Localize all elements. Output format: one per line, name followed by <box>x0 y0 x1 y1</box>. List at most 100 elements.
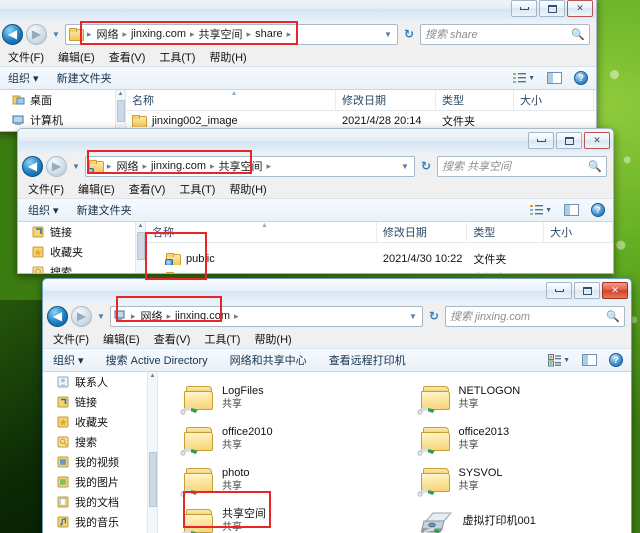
menu-help[interactable]: 帮助(H) <box>254 331 291 347</box>
menubar[interactable]: 文件(F) 编辑(E) 查看(V) 工具(T) 帮助(H) <box>43 329 631 348</box>
menu-edit[interactable]: 编辑(E) <box>78 181 115 197</box>
views-chevron-down-icon[interactable]: ▼ <box>563 357 570 364</box>
organize-button[interactable]: 组织 ▾ <box>53 352 84 368</box>
menu-edit[interactable]: 编辑(E) <box>103 331 140 347</box>
tree-item[interactable]: 我的音乐 <box>43 512 157 532</box>
titlebar[interactable]: ✕ <box>0 0 596 21</box>
help-icon[interactable]: ? <box>591 203 605 217</box>
tree-item[interactable]: 我的图片 <box>43 472 157 492</box>
recent-pages-chevron-down-icon[interactable]: ▼ <box>70 162 82 171</box>
search-input[interactable]: 搜索 jinxing.com 🔍 <box>445 305 625 327</box>
organize-button[interactable]: 组织 ▾ <box>8 70 39 86</box>
minimize-button[interactable] <box>546 282 572 299</box>
explorer-window-share[interactable]: ✕ ◀ ▶ ▼ ▸ 网络 ▸ jinxing.com ▸ 共享空间 ▸ shar… <box>0 0 597 132</box>
window-controls[interactable]: ✕ <box>546 282 628 299</box>
breadcrumb[interactable]: 网络 ▸ jinxing.com ▸ 共享空间 ▸ <box>115 158 398 174</box>
column-headers[interactable]: 名称 ▲ 修改日期 类型 大小 <box>126 90 596 111</box>
menu-file[interactable]: 文件(F) <box>53 331 89 347</box>
navigation-pane[interactable]: 桌面 计算机 ▲ <box>0 90 126 131</box>
organize-button[interactable]: 组织 ▾ <box>28 202 59 218</box>
tree-item[interactable]: 我的视频 <box>43 452 157 472</box>
list-item[interactable]: office2013 共享 <box>395 419 632 460</box>
back-button[interactable]: ◀ <box>2 23 23 45</box>
menubar[interactable]: 文件(F) 编辑(E) 查看(V) 工具(T) 帮助(H) <box>0 47 596 66</box>
close-button[interactable]: ✕ <box>584 132 610 149</box>
tree-item[interactable]: 链接 <box>43 392 157 412</box>
column-headers[interactable]: 名称 ▲ 修改日期 类型 大小 <box>146 222 613 243</box>
address-chevron-down-icon[interactable]: ▼ <box>384 30 394 39</box>
breadcrumb-item[interactable]: 网络 <box>139 308 163 324</box>
address-chevron-down-icon[interactable]: ▼ <box>409 312 419 321</box>
recent-pages-chevron-down-icon[interactable]: ▼ <box>95 312 107 321</box>
recent-pages-chevron-down-icon[interactable]: ▼ <box>50 30 62 39</box>
search-active-directory-button[interactable]: 搜索 Active Directory <box>106 352 208 368</box>
new-folder-button[interactable]: 新建文件夹 <box>57 70 112 86</box>
list-item[interactable]: photo 共享 <box>158 460 395 501</box>
column-header-date[interactable]: 修改日期 <box>377 222 468 242</box>
list-item[interactable]: LogFiles 共享 <box>158 378 395 419</box>
preview-pane-icon[interactable] <box>547 72 562 84</box>
toolbar[interactable]: 组织 ▾ 新建文件夹 ▼ ? <box>18 198 613 222</box>
close-button[interactable]: ✕ <box>567 0 593 17</box>
maximize-button[interactable] <box>556 132 582 149</box>
close-button[interactable]: ✕ <box>602 282 628 299</box>
views-icon[interactable]: ▼ <box>513 72 535 84</box>
window-controls[interactable]: ✕ <box>511 0 593 17</box>
tree-item[interactable]: 链接 <box>18 222 145 242</box>
navpane-scrollbar[interactable]: ▲ <box>135 222 145 273</box>
minimize-button[interactable] <box>511 0 537 17</box>
help-icon[interactable]: ? <box>574 71 588 85</box>
tile-grid[interactable]: LogFiles 共享 NETLOGON 共享 office2010 共享 of… <box>158 372 631 533</box>
breadcrumb-item[interactable]: share <box>254 28 284 40</box>
breadcrumb-item[interactable]: 网络 <box>95 26 119 42</box>
list-item[interactable]: NETLOGON 共享 <box>395 378 632 419</box>
table-row[interactable]: share 2021/4/30 10:23 文件夹 <box>146 268 613 273</box>
navigation-pane[interactable]: 联系人 链接 收藏夹 搜索 我的视频 我的图片 我的文档 我的音乐 ▲ <box>43 372 158 533</box>
maximize-button[interactable] <box>539 0 565 17</box>
explorer-window-jinxing[interactable]: ✕ ◀ ▶ ▼ ▸ 网络 ▸ jinxing.com ▸ ▼ ↻ 搜索 jinx… <box>42 278 632 533</box>
forward-button[interactable]: ▶ <box>71 305 92 327</box>
tree-item[interactable]: 计算机 <box>0 110 125 130</box>
address-row[interactable]: ◀ ▶ ▼ ▸ 网络 ▸ jinxing.com ▸ 共享空间 ▸ share … <box>0 21 596 47</box>
menu-view[interactable]: 查看(V) <box>109 49 146 65</box>
menu-view[interactable]: 查看(V) <box>154 331 191 347</box>
help-icon[interactable]: ? <box>609 353 623 367</box>
list-item[interactable]: 虚拟打印机001 <box>395 501 632 533</box>
menu-file[interactable]: 文件(F) <box>28 181 64 197</box>
column-header-date[interactable]: 修改日期 <box>336 90 436 110</box>
column-header-type[interactable]: 类型 <box>436 90 514 110</box>
tree-item[interactable]: 桌面 <box>0 90 125 110</box>
file-list-pane[interactable]: LogFiles 共享 NETLOGON 共享 office2010 共享 of… <box>158 372 631 533</box>
menu-edit[interactable]: 编辑(E) <box>58 49 95 65</box>
column-header-name[interactable]: 名称 ▲ <box>146 222 377 242</box>
refresh-button[interactable]: ↻ <box>418 159 434 173</box>
menu-help[interactable]: 帮助(H) <box>229 181 266 197</box>
minimize-button[interactable] <box>528 132 554 149</box>
address-chevron-down-icon[interactable]: ▼ <box>401 162 411 171</box>
maximize-button[interactable] <box>574 282 600 299</box>
navpane-scrollbar[interactable]: ▲ <box>115 90 125 131</box>
tree-item[interactable]: 收藏夹 <box>18 242 145 262</box>
views-chevron-down-icon[interactable]: ▼ <box>528 75 535 82</box>
breadcrumb-item[interactable]: jinxing.com <box>174 310 231 322</box>
views-icon[interactable]: ▼ <box>548 353 570 367</box>
network-sharing-center-button[interactable]: 网络和共享中心 <box>230 352 307 368</box>
window-controls[interactable]: ✕ <box>528 132 610 149</box>
views-chevron-down-icon[interactable]: ▼ <box>545 207 552 214</box>
titlebar[interactable]: ✕ <box>43 279 631 303</box>
menu-help[interactable]: 帮助(H) <box>209 49 246 65</box>
address-bar[interactable]: ▸ 网络 ▸ jinxing.com ▸ 共享空间 ▸ ▼ <box>84 155 415 177</box>
view-remote-printers-button[interactable]: 查看远程打印机 <box>329 352 406 368</box>
refresh-button[interactable]: ↻ <box>426 309 442 323</box>
explorer-window-sharespace[interactable]: ✕ ◀ ▶ ▼ ▸ 网络 ▸ jinxing.com ▸ 共享空间 ▸ ▼ ↻ … <box>17 128 614 274</box>
breadcrumb-item[interactable]: 共享空间 <box>198 26 244 42</box>
table-row[interactable]: public 2021/4/30 10:22 文件夹 <box>146 249 613 268</box>
forward-button[interactable]: ▶ <box>26 23 47 45</box>
breadcrumb-item[interactable]: 共享空间 <box>218 158 264 174</box>
tree-item[interactable]: 搜索 <box>18 262 145 273</box>
tree-item[interactable]: 搜索 <box>43 432 157 452</box>
toolbar[interactable]: 组织 ▾ 搜索 Active Directory 网络和共享中心 查看远程打印机… <box>43 348 631 372</box>
breadcrumb-item[interactable]: jinxing.com <box>150 160 207 172</box>
breadcrumb[interactable]: 网络 ▸ jinxing.com ▸ <box>139 308 406 324</box>
address-row[interactable]: ◀ ▶ ▼ ▸ 网络 ▸ jinxing.com ▸ ▼ ↻ 搜索 jinxin… <box>43 303 631 329</box>
